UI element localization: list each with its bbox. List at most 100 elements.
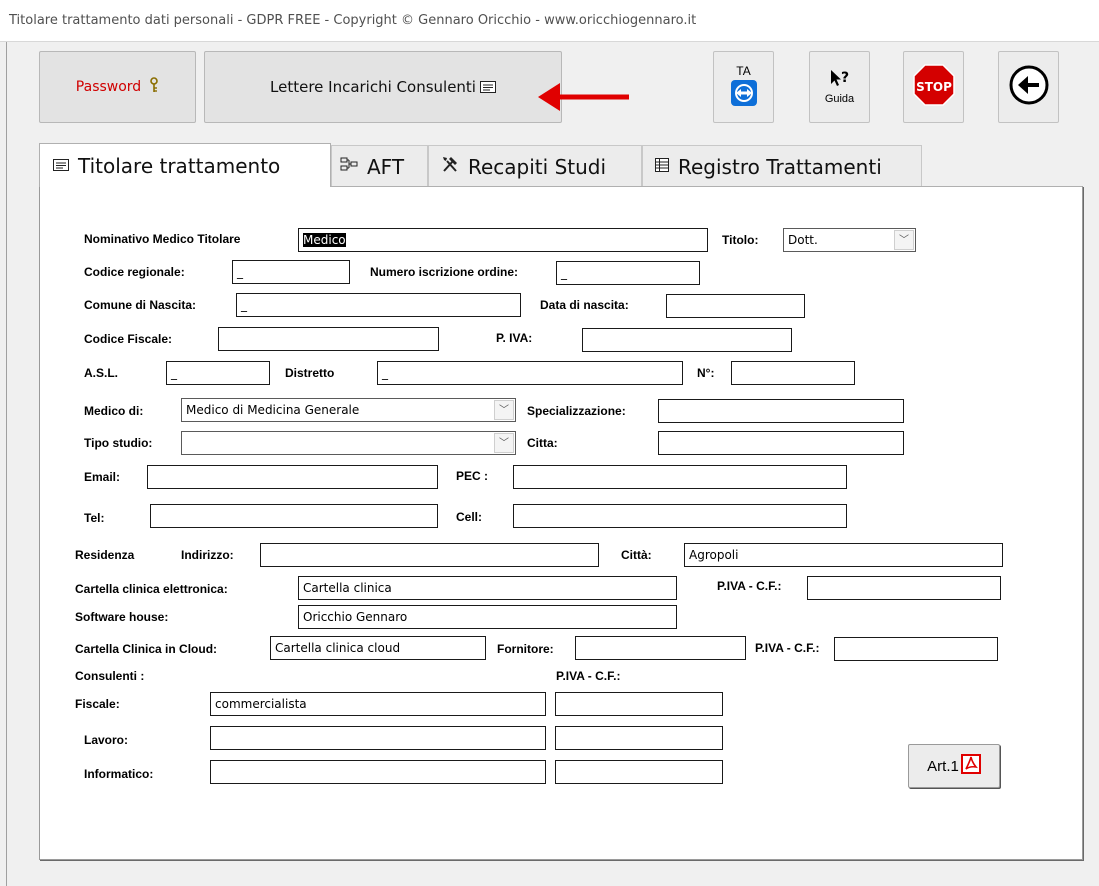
teamviewer-icon [730, 80, 757, 110]
form-icon [479, 78, 496, 97]
chevron-down-icon[interactable]: ﹀ [894, 230, 914, 250]
specializzazione-label: Specializzazione: [527, 404, 626, 418]
password-label: Password [75, 79, 142, 95]
titolo-select[interactable]: Dott. ﹀ [783, 228, 916, 252]
fiscale-label: Fiscale: [75, 697, 120, 711]
email-label: Email: [84, 470, 121, 484]
red-arrow-annotation [538, 83, 629, 111]
chevron-down-icon[interactable]: ﹀ [494, 433, 514, 453]
tab-label: Titolare trattamento [78, 153, 281, 178]
numero-input[interactable] [731, 361, 855, 385]
informatico-input[interactable] [210, 760, 546, 784]
lavoro-input[interactable] [210, 726, 546, 750]
tipo-studio-select[interactable]: ﹀ [181, 431, 516, 455]
medico-di-select[interactable]: Medico di Medicina Generale ﹀ [181, 398, 516, 422]
lavoro-piva-input[interactable] [555, 726, 723, 750]
citta-label: Citta: [527, 436, 558, 450]
asl-input[interactable]: _ [166, 361, 270, 385]
art1-label: Art.1 [927, 757, 959, 775]
cloud-input[interactable]: Cartella clinica cloud [270, 636, 486, 660]
cell-label: Cell: [456, 510, 483, 524]
citta-residenza-input[interactable]: Agropoli [684, 543, 1003, 567]
software-house-label: Software house: [75, 610, 169, 624]
stop-icon: STOP [912, 64, 955, 110]
nominativo-input[interactable]: Medico [298, 228, 708, 252]
cloud-piva-label: P.IVA - C.F.: [755, 641, 820, 655]
indirizzo-label: Indirizzo: [181, 548, 234, 562]
letters-label: Lettere Incarichi Consulenti [270, 78, 476, 96]
tel-input[interactable] [150, 504, 438, 528]
email-input[interactable] [147, 465, 438, 489]
letters-button[interactable]: Lettere Incarichi Consulenti [204, 51, 562, 123]
consulenti-label: Consulenti : [75, 669, 145, 683]
form-icon [53, 156, 69, 176]
codice-regionale-label: Codice regionale: [84, 265, 185, 279]
tab-label: AFT [367, 154, 405, 179]
ta-label: TA [736, 64, 751, 78]
tools-icon [441, 155, 459, 178]
numero-iscrizione-label: Numero iscrizione ordine: [370, 265, 519, 279]
codice-regionale-input[interactable]: _ [232, 260, 350, 284]
tab-aft[interactable]: AFT [331, 145, 428, 187]
medico-di-value: Medico di Medicina Generale [186, 403, 360, 417]
help-button[interactable]: ? Guida [809, 51, 870, 123]
fiscale-input[interactable]: commercialista [210, 692, 546, 716]
specializzazione-input[interactable] [658, 399, 904, 423]
svg-text:?: ? [841, 70, 849, 86]
teamviewer-button[interactable]: TA [713, 51, 774, 123]
chevron-down-icon[interactable]: ﹀ [494, 400, 514, 420]
citta-input[interactable] [658, 431, 904, 455]
lavoro-label: Lavoro: [84, 733, 129, 747]
piva-input[interactable] [582, 328, 792, 352]
cartella-piva-input[interactable] [807, 576, 1001, 600]
tab-recapiti-studi[interactable]: Recapiti Studi [428, 145, 642, 187]
art1-button[interactable]: Art.1 [908, 744, 1000, 788]
nominativo-label: Nominativo Medico Titolare [84, 232, 241, 246]
indirizzo-input[interactable] [260, 543, 599, 567]
table-icon [655, 157, 669, 177]
key-icon [149, 77, 159, 97]
asl-label: A.S.L. [84, 366, 119, 380]
nominativo-value: Medico [303, 233, 346, 247]
software-house-input[interactable]: Oricchio Gennaro [298, 605, 677, 629]
password-button[interactable]: Password [39, 51, 196, 123]
informatico-piva-input[interactable] [555, 760, 723, 784]
numero-label: N°: [697, 366, 715, 380]
cartella-label: Cartella clinica elettronica: [75, 582, 228, 596]
medico-di-label: Medico di: [84, 404, 144, 418]
comune-nascita-input[interactable]: _ [236, 293, 521, 317]
titolo-label: Titolo: [722, 233, 759, 247]
tel-label: Tel: [84, 511, 105, 525]
fornitore-input[interactable] [575, 636, 746, 660]
informatico-label: Informatico: [84, 767, 154, 781]
pec-input[interactable] [513, 465, 847, 489]
distretto-input[interactable]: _ [377, 361, 683, 385]
help-cursor-icon: ? [829, 69, 851, 93]
comune-nascita-label: Comune di Nascita: [84, 298, 197, 312]
back-arrow-icon [1008, 64, 1050, 110]
codice-fiscale-input[interactable] [218, 327, 439, 351]
data-nascita-label: Data di nascita: [540, 298, 629, 312]
numero-iscrizione-input[interactable]: _ [556, 261, 700, 285]
stop-label: STOP [916, 80, 952, 94]
consulenti-piva-label: P.IVA - C.F.: [556, 669, 621, 683]
pec-label: PEC : [456, 469, 489, 483]
data-nascita-input[interactable] [666, 294, 805, 318]
distretto-label: Distretto [285, 366, 335, 380]
cartella-piva-label: P.IVA - C.F.: [717, 579, 782, 593]
citta-residenza-label: Città: [621, 548, 652, 562]
stop-button[interactable]: STOP [903, 51, 964, 123]
tab-titolare-trattamento[interactable]: Titolare trattamento [39, 143, 331, 187]
cloud-piva-input[interactable] [834, 637, 998, 661]
cloud-label: Cartella Clinica in Cloud: [75, 642, 218, 656]
cell-input[interactable] [513, 504, 847, 528]
help-label: Guida [824, 93, 855, 105]
back-button[interactable] [998, 51, 1059, 123]
window-title: Titolare trattamento dati personali - GD… [9, 13, 697, 28]
tab-registro-trattamenti[interactable]: Registro Trattamenti [642, 145, 922, 187]
tipo-studio-label: Tipo studio: [84, 436, 153, 450]
fornitore-label: Fornitore: [497, 642, 554, 656]
fiscale-piva-input[interactable] [555, 692, 723, 716]
cartella-input[interactable]: Cartella clinica [298, 576, 677, 600]
tab-label: Registro Trattamenti [678, 154, 882, 179]
